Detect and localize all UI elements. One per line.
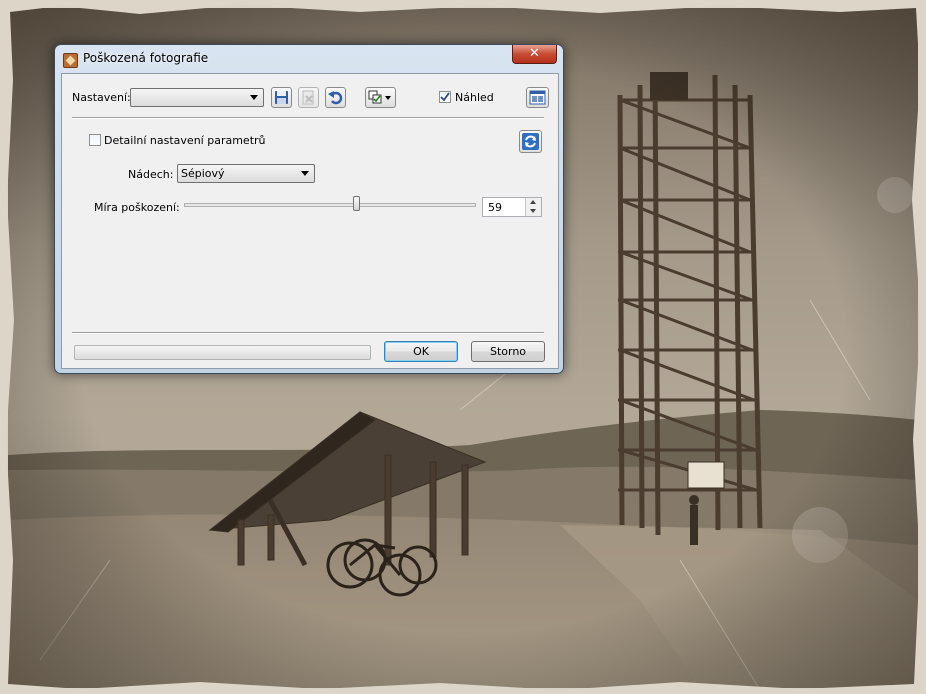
dialog-client-area: Nastavení: Náhled Detailní nastavení par… — [61, 73, 559, 369]
toolbar-separator — [72, 117, 544, 119]
damage-spinbox[interactable]: 59 — [482, 197, 542, 217]
detail-settings-label: Detailní nastavení parametrů — [104, 134, 266, 147]
damage-value: 59 — [488, 201, 502, 214]
floppy-disk-icon — [275, 91, 288, 104]
preset-label: Nastavení: — [72, 91, 131, 104]
refresh-button[interactable] — [519, 130, 542, 153]
tint-combobox[interactable]: Sépiový — [177, 164, 315, 183]
refresh-icon — [522, 133, 539, 150]
title-bar[interactable]: Poškozená fotografie ✕ — [55, 45, 563, 73]
tint-label: Nádech: — [128, 168, 174, 181]
ok-button[interactable]: OK — [384, 341, 458, 362]
preview-label: Náhled — [455, 91, 494, 104]
checklist-icon — [368, 90, 391, 104]
delete-document-icon — [302, 90, 314, 105]
preview-checkbox[interactable] — [439, 91, 451, 103]
chevron-down-icon — [301, 171, 309, 176]
chevron-down-icon — [250, 95, 258, 100]
spin-down-button[interactable] — [525, 207, 541, 216]
dialog-title: Poškozená fotografie — [83, 51, 209, 65]
checkmark-icon — [440, 92, 450, 102]
spin-up-button[interactable] — [525, 198, 541, 207]
cancel-button[interactable]: Storno — [471, 341, 545, 362]
damage-slider-thumb[interactable] — [353, 196, 361, 211]
damage-label: Míra poškození: — [94, 201, 180, 214]
undo-arrow-icon — [328, 91, 343, 105]
layout-toggle-button[interactable] — [526, 87, 549, 108]
preset-combobox[interactable] — [130, 88, 264, 107]
app-icon — [63, 53, 78, 68]
reset-button[interactable] — [325, 87, 346, 108]
save-preset-button[interactable] — [271, 87, 292, 108]
damaged-photo-dialog: Poškozená fotografie ✕ Nastavení: Náhled… — [54, 44, 564, 374]
progress-bar — [74, 345, 371, 360]
options-dropdown-button[interactable] — [365, 87, 396, 108]
tint-value: Sépiový — [181, 167, 225, 180]
damage-slider-track[interactable] — [184, 203, 476, 207]
arrow-down-icon — [530, 209, 536, 213]
close-button[interactable]: ✕ — [512, 45, 557, 64]
footer-separator — [72, 332, 544, 334]
detail-settings-checkbox[interactable] — [89, 134, 101, 146]
split-view-icon — [529, 90, 546, 105]
arrow-up-icon — [530, 200, 536, 204]
delete-preset-button[interactable] — [298, 87, 319, 108]
